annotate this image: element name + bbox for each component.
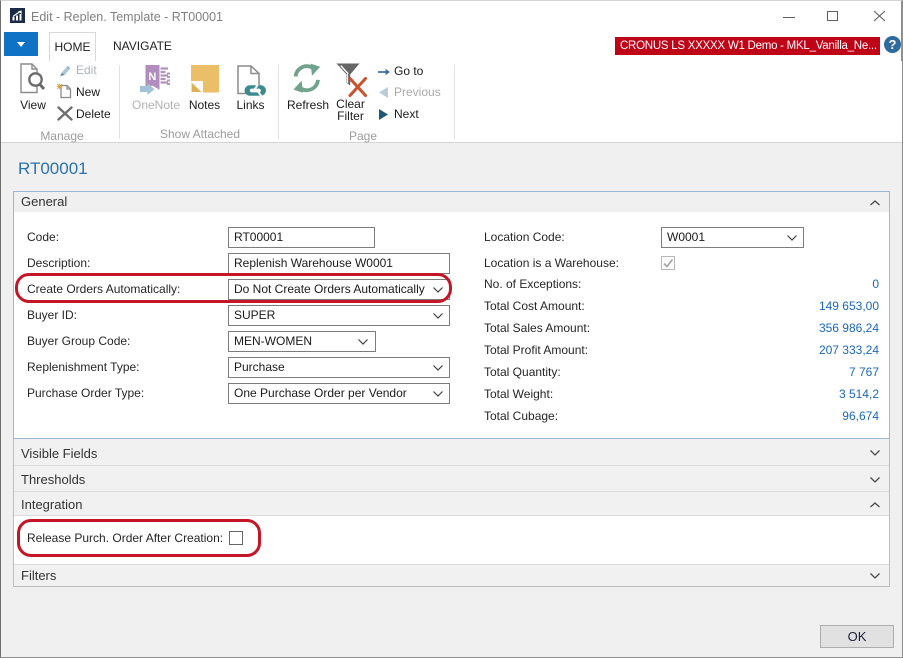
svg-text:N: N (148, 71, 156, 83)
